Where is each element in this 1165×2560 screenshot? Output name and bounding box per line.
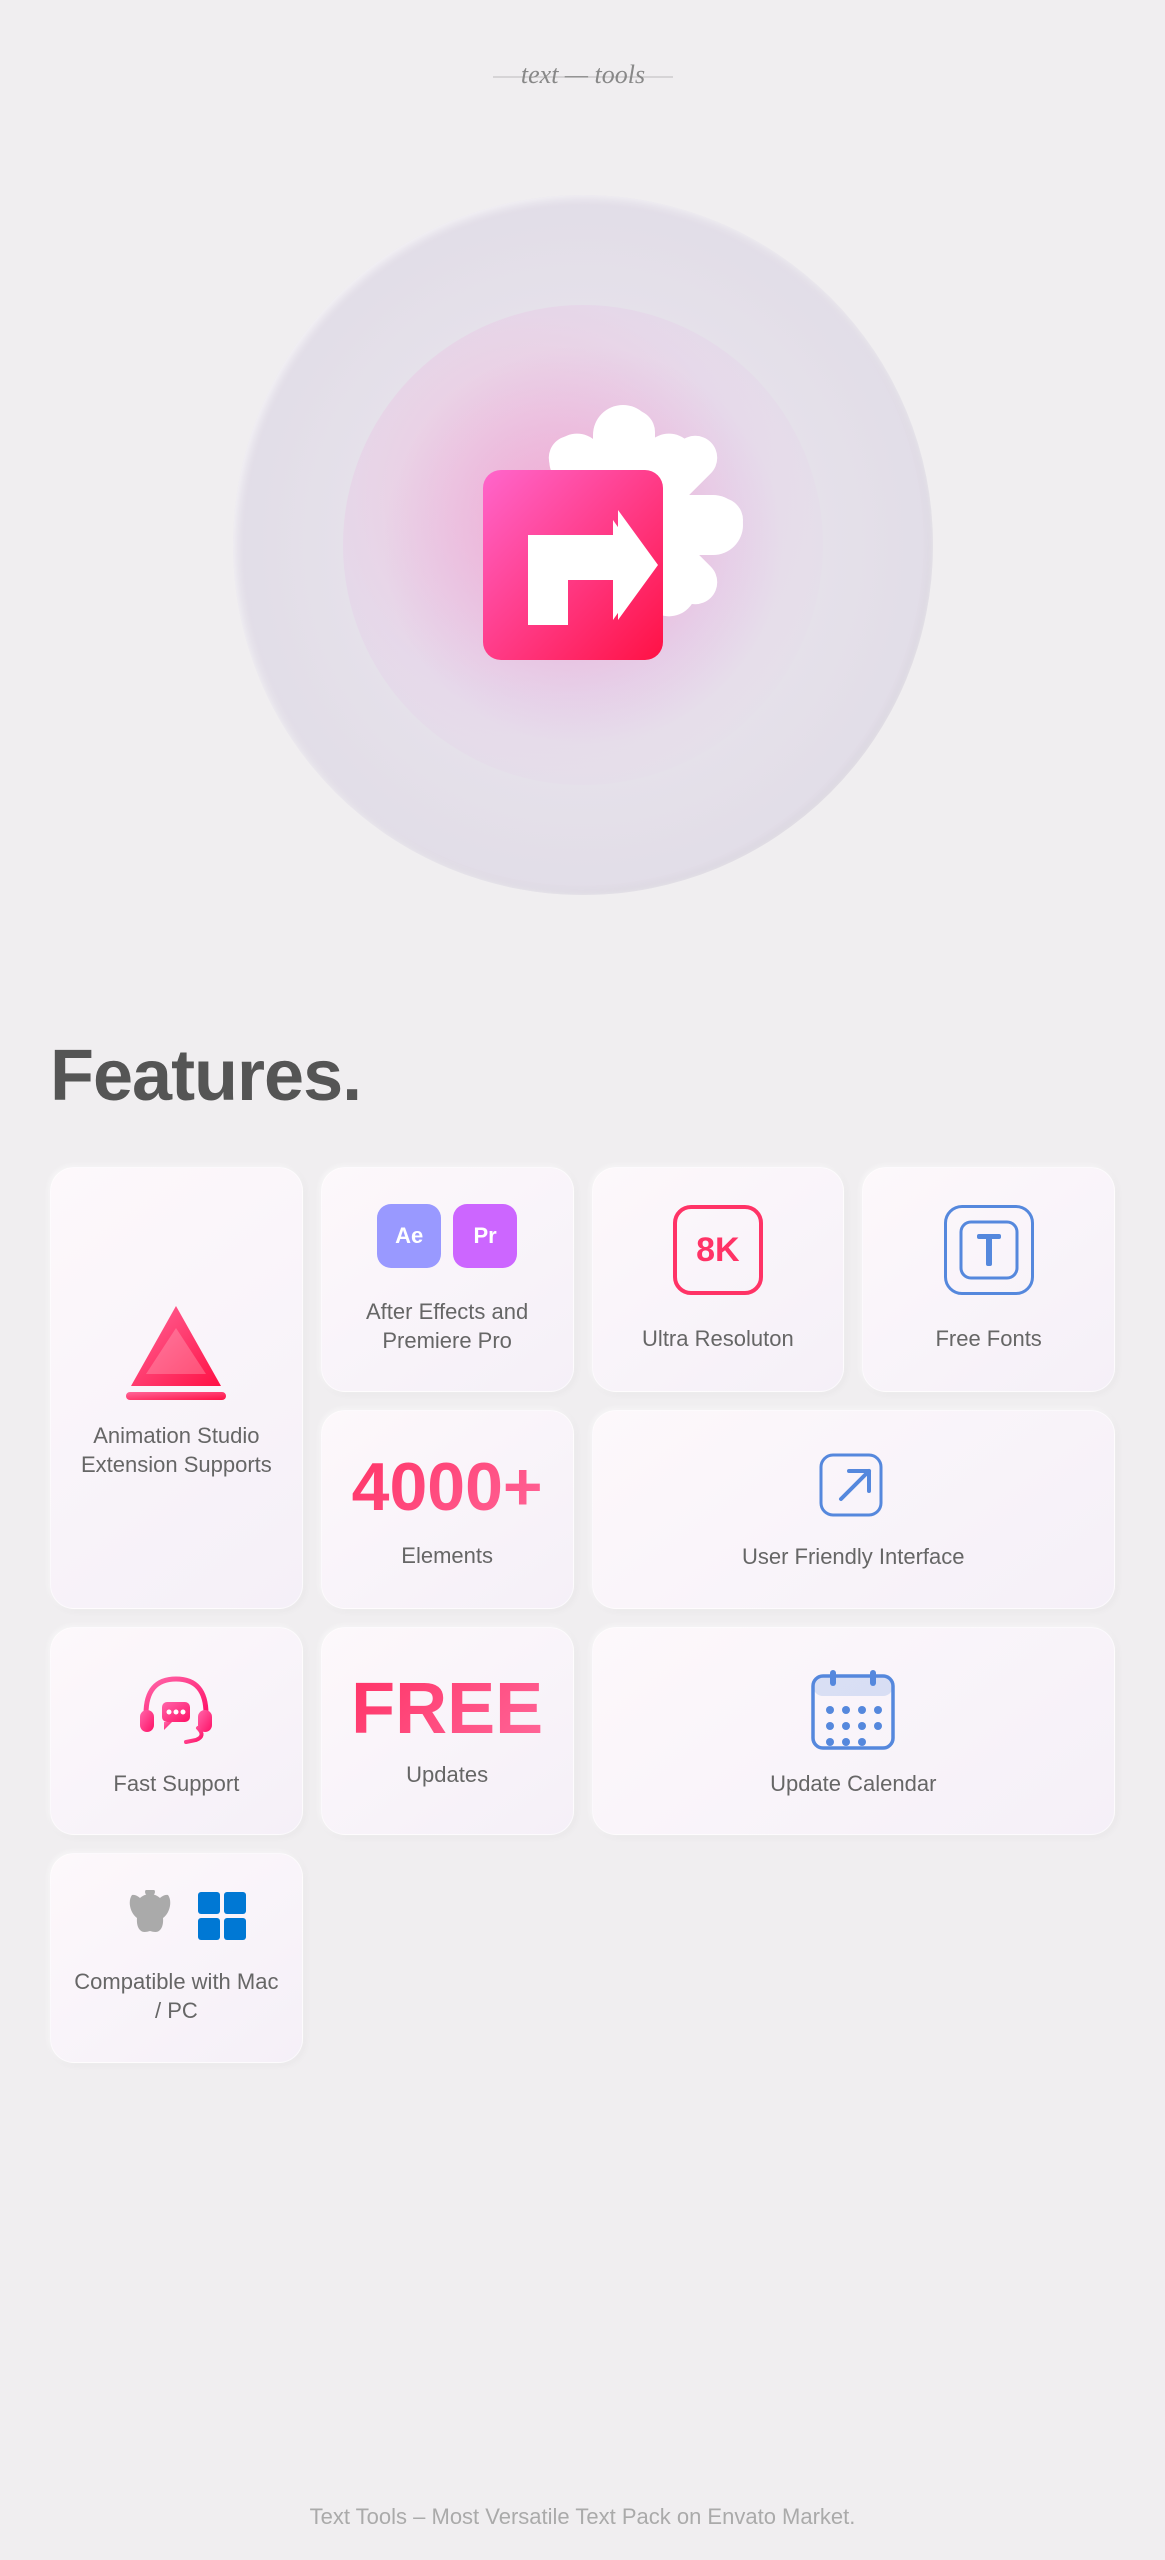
app-badges: Ae Pr: [377, 1204, 517, 1268]
free-fonts-label: Free Fonts: [935, 1325, 1041, 1354]
elements-label: Elements: [401, 1542, 493, 1571]
apple-icon-svg: [124, 1890, 176, 1942]
updates-label: Updates: [406, 1761, 488, 1790]
fast-support-label: Fast Support: [113, 1770, 239, 1799]
windows-icon-svg: [196, 1890, 248, 1942]
ae-pr-label: After Effects and Premiere Pro: [342, 1298, 553, 1355]
t-icon-svg: [959, 1220, 1019, 1280]
calendar-icon: [808, 1664, 898, 1754]
update-calendar-label: Update Calendar: [770, 1770, 936, 1799]
card-animation-studio: Animation Studio Extension Supports: [50, 1167, 303, 1609]
card-user-friendly: User Friendly Interface: [592, 1410, 1116, 1609]
footer-text: Text Tools – Most Versatile Text Pack on…: [310, 2504, 856, 2529]
logo-svg: text — tools: [483, 55, 683, 100]
features-grid: Animation Studio Extension Supports Ae P…: [50, 1167, 1115, 2063]
hero-circle-inner: [343, 305, 823, 785]
logo-area: text — tools: [483, 55, 683, 105]
card-ae-pr: Ae Pr After Effects and Premiere Pro: [321, 1167, 574, 1392]
platform-icons: [104, 1890, 248, 1942]
svg-text:text — tools: text — tools: [520, 60, 644, 89]
badge-after-effects: Ae: [377, 1204, 441, 1268]
card-free-fonts: Free Fonts: [862, 1167, 1115, 1392]
card-mac-pc: Compatible with Mac / PC: [50, 1853, 303, 2062]
footer: Text Tools – Most Versatile Text Pack on…: [280, 2474, 886, 2560]
user-friendly-icon: [813, 1447, 893, 1527]
fast-support-icon: [126, 1664, 226, 1754]
ultra-res-label: Ultra Resoluton: [642, 1325, 794, 1354]
elements-count: 4000+: [352, 1448, 543, 1526]
hero-section: [0, 135, 1165, 1015]
features-section: Features. Animation Studio Extension S: [0, 1035, 1165, 2063]
card-free-updates: FREE Updates: [321, 1627, 574, 1836]
free-updates-text: FREE: [351, 1673, 543, 1745]
animation-studio-label: Animation Studio Extension Supports: [81, 1422, 272, 1479]
features-title: Features.: [50, 1035, 1115, 1117]
badge-premiere-pro: Pr: [453, 1204, 517, 1268]
animation-studio-icon: [116, 1296, 236, 1406]
card-update-calendar: Update Calendar: [592, 1627, 1116, 1836]
badge-free-fonts-t: [944, 1205, 1034, 1295]
card-fast-support: Fast Support: [50, 1627, 303, 1836]
badge-8k: 8K: [673, 1205, 763, 1295]
mac-pc-label: Compatible with Mac / PC: [71, 1968, 282, 2025]
user-friendly-label: User Friendly Interface: [742, 1543, 965, 1572]
hero-logo-svg: [353, 315, 813, 775]
card-elements: 4000+ Elements: [321, 1410, 574, 1609]
hero-circle-outer: [233, 195, 933, 895]
card-ultra-res: 8K Ultra Resoluton: [592, 1167, 845, 1392]
